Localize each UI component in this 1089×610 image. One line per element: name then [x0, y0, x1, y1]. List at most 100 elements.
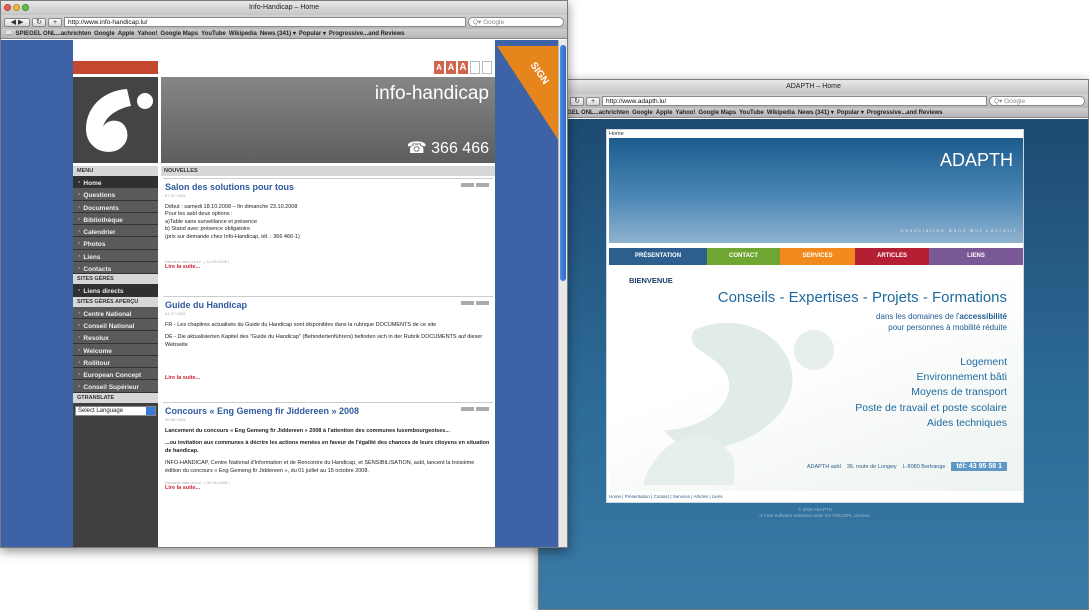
email-icon[interactable] — [476, 301, 489, 305]
preview-item-european-concept[interactable]: European Concept — [73, 368, 158, 381]
bookmarks-bar: 📖SPIEGEL ONL...achrichtenGoogleAppleYaho… — [1, 29, 567, 39]
read-more-link[interactable]: Lire la suite... — [165, 375, 491, 381]
title-bar: Info-Handicap – Home — [1, 1, 567, 15]
nav-contact[interactable]: CONTACT — [707, 248, 780, 265]
body-paragraph: DE - Die aktualisierten Kapitel des "Gui… — [165, 334, 483, 348]
domains-line-2: pour personnes à mobilité réduite — [888, 322, 1007, 332]
pdf-icon[interactable] — [461, 301, 474, 305]
bookmark-item[interactable]: SPIEGEL ONL...achrichten — [15, 29, 91, 38]
bookmark-item[interactable]: YouTube — [201, 29, 226, 38]
nav-liens[interactable]: LIENS — [929, 248, 1023, 265]
body-paragraph: INFO-HANDICAP, Centre National d'Informa… — [165, 460, 475, 474]
font-size-large-button[interactable]: A — [458, 61, 468, 74]
contrast-button[interactable] — [470, 61, 480, 74]
preview-item-conseil-national[interactable]: Conseil National — [73, 318, 158, 332]
preview-item-resolux[interactable]: Resolux — [73, 331, 158, 344]
contrast-button[interactable] — [482, 61, 492, 74]
managed-item-liens-directs[interactable]: Liens directs — [73, 284, 158, 297]
search-field[interactable]: Q▾ Google — [989, 96, 1085, 106]
sidebar-item-bibliotheque[interactable]: Bibliothèque — [73, 212, 158, 226]
sidebar-item-questions[interactable]: Questions — [73, 188, 158, 201]
scrollbar-thumb[interactable] — [560, 45, 566, 281]
managed-sites-header: SITES GÉRÉS — [73, 274, 158, 285]
sidebar-item-photos[interactable]: Photos — [73, 237, 158, 250]
managed-sites-list: Liens directs — [73, 284, 158, 297]
nav-articles[interactable]: ARTICLES — [855, 248, 929, 265]
sidebar-item-documents[interactable]: Documents — [73, 200, 158, 213]
sidebar-item-contacts[interactable]: Contacts — [73, 262, 158, 275]
add-bookmark-icon[interactable]: + — [586, 96, 600, 106]
vertical-scrollbar[interactable] — [558, 40, 567, 547]
bookmark-item[interactable]: Yahoo! — [137, 29, 157, 38]
article-title[interactable]: Concours « Eng Gemeng fir Jiddereen » 20… — [165, 406, 491, 416]
bookmark-item[interactable]: Google — [94, 29, 115, 38]
address-bar[interactable]: http://www.info-handicap.lu/ — [64, 17, 466, 27]
zoom-icon[interactable] — [22, 4, 29, 11]
sidebar-item-liens[interactable]: Liens — [73, 249, 158, 263]
body-paragraph: ...ou invitation aux communes à décrire … — [165, 440, 490, 454]
site-logo[interactable] — [73, 77, 158, 163]
domains-prefix: dans les domaines de l' — [876, 312, 960, 321]
adapth-viewport: Home ADAPTH Association Sans But Lucrati… — [539, 119, 1088, 609]
news-column: NOUVELLES Salon des solutions pour tous … — [161, 166, 495, 547]
article-body: Début : samedi 18.10.2008 – fin dimanche… — [165, 204, 491, 241]
email-icon[interactable] — [476, 407, 489, 411]
bookmark-item[interactable]: Apple — [118, 29, 135, 38]
bookmarks-bar: 📖SPIEGEL ONL...achrichtenGoogleAppleYaho… — [539, 108, 1088, 118]
nav-services[interactable]: SERVICES — [780, 248, 855, 265]
email-icon[interactable] — [476, 183, 489, 187]
bookmark-item[interactable]: YouTube — [739, 108, 764, 117]
pdf-icon[interactable] — [461, 183, 474, 187]
reload-icon[interactable]: ↻ — [32, 17, 46, 27]
read-more-link[interactable]: Lire la suite... — [165, 485, 491, 491]
bookmark-item[interactable]: Popular ▾ — [299, 29, 326, 38]
reload-icon[interactable]: ↻ — [570, 96, 584, 106]
preview-item-rollitour[interactable]: Rollitour — [73, 355, 158, 369]
body-line: b) Stand avec présence obligatoire — [165, 226, 250, 233]
read-more-link[interactable]: Lire la suite... — [165, 264, 491, 270]
bookmark-item[interactable]: Google Maps — [160, 29, 198, 38]
article-title[interactable]: Guide du Handicap — [165, 300, 491, 310]
bookmark-item[interactable]: Progressive...and Reviews — [867, 108, 943, 117]
language-select[interactable]: Select Language — [75, 405, 156, 416]
body-paragraph: Lancement du concours « Eng Gemeng fir J… — [165, 428, 450, 434]
bookmark-item[interactable]: Google — [632, 108, 653, 117]
nav-presentation[interactable]: PRÉSENTATION — [609, 248, 707, 265]
domains-text: dans les domaines de l'accessibilité pou… — [876, 312, 1007, 334]
add-bookmark-icon[interactable]: + — [48, 17, 62, 27]
brand-title: info-handicap — [374, 83, 489, 104]
search-field[interactable]: Q▾ Google — [468, 17, 564, 27]
adapth-content: BIENVENUE Conseils - Expertises - Projet… — [609, 270, 1023, 491]
bookmark-item[interactable]: Wikipedia — [767, 108, 795, 117]
footer-links[interactable]: Home | Présentation | Contact | Services… — [609, 494, 723, 499]
pdf-icon[interactable] — [461, 407, 474, 411]
font-size-small-button[interactable]: A — [434, 61, 444, 74]
book-icon[interactable]: 📖 — [5, 29, 12, 38]
window-title: Info-Handicap – Home — [248, 4, 320, 11]
article-title[interactable]: Salon des solutions pour tous — [165, 182, 491, 192]
preview-item-centre-national[interactable]: Centre National — [73, 306, 158, 319]
watermark-figure-icon — [644, 322, 834, 485]
bookmark-item[interactable]: Wikipedia — [229, 29, 257, 38]
minimize-icon[interactable] — [13, 4, 20, 11]
bookmark-item[interactable]: Yahoo! — [675, 108, 695, 117]
preview-item-conseil-superieur[interactable]: Conseil Supérieur — [73, 380, 158, 393]
bookmark-item[interactable]: Popular ▾ — [837, 108, 864, 117]
preview-item-welcome[interactable]: Welcome — [73, 343, 158, 356]
address-bar[interactable]: http://www.adapth.lu/ — [602, 96, 987, 106]
sidebar-item-home[interactable]: Home — [73, 176, 158, 189]
home-link[interactable]: Home — [607, 130, 1023, 138]
close-icon[interactable] — [4, 4, 11, 11]
sidebar-item-calendrier[interactable]: Calendrier — [73, 225, 158, 238]
bookmark-item[interactable]: Apple — [656, 108, 673, 117]
bookmark-item[interactable]: News (341) ▾ — [798, 108, 834, 117]
bookmark-item[interactable]: News (341) ▾ — [260, 29, 296, 38]
corner-sticker[interactable]: SIGN — [497, 46, 559, 141]
bookmark-item[interactable]: Progressive...and Reviews — [329, 29, 405, 38]
adapth-nav: PRÉSENTATION CONTACT SERVICES ARTICLES L… — [609, 248, 1023, 265]
bookmark-item[interactable]: Google Maps — [698, 108, 736, 117]
address-city: L-8080 Bertrange — [902, 463, 946, 470]
font-size-medium-button[interactable]: A — [446, 61, 456, 74]
back-forward-icon[interactable]: ◀ ▶ — [4, 17, 30, 27]
body-line: a)Table sans surveillance et présence — [165, 218, 258, 225]
